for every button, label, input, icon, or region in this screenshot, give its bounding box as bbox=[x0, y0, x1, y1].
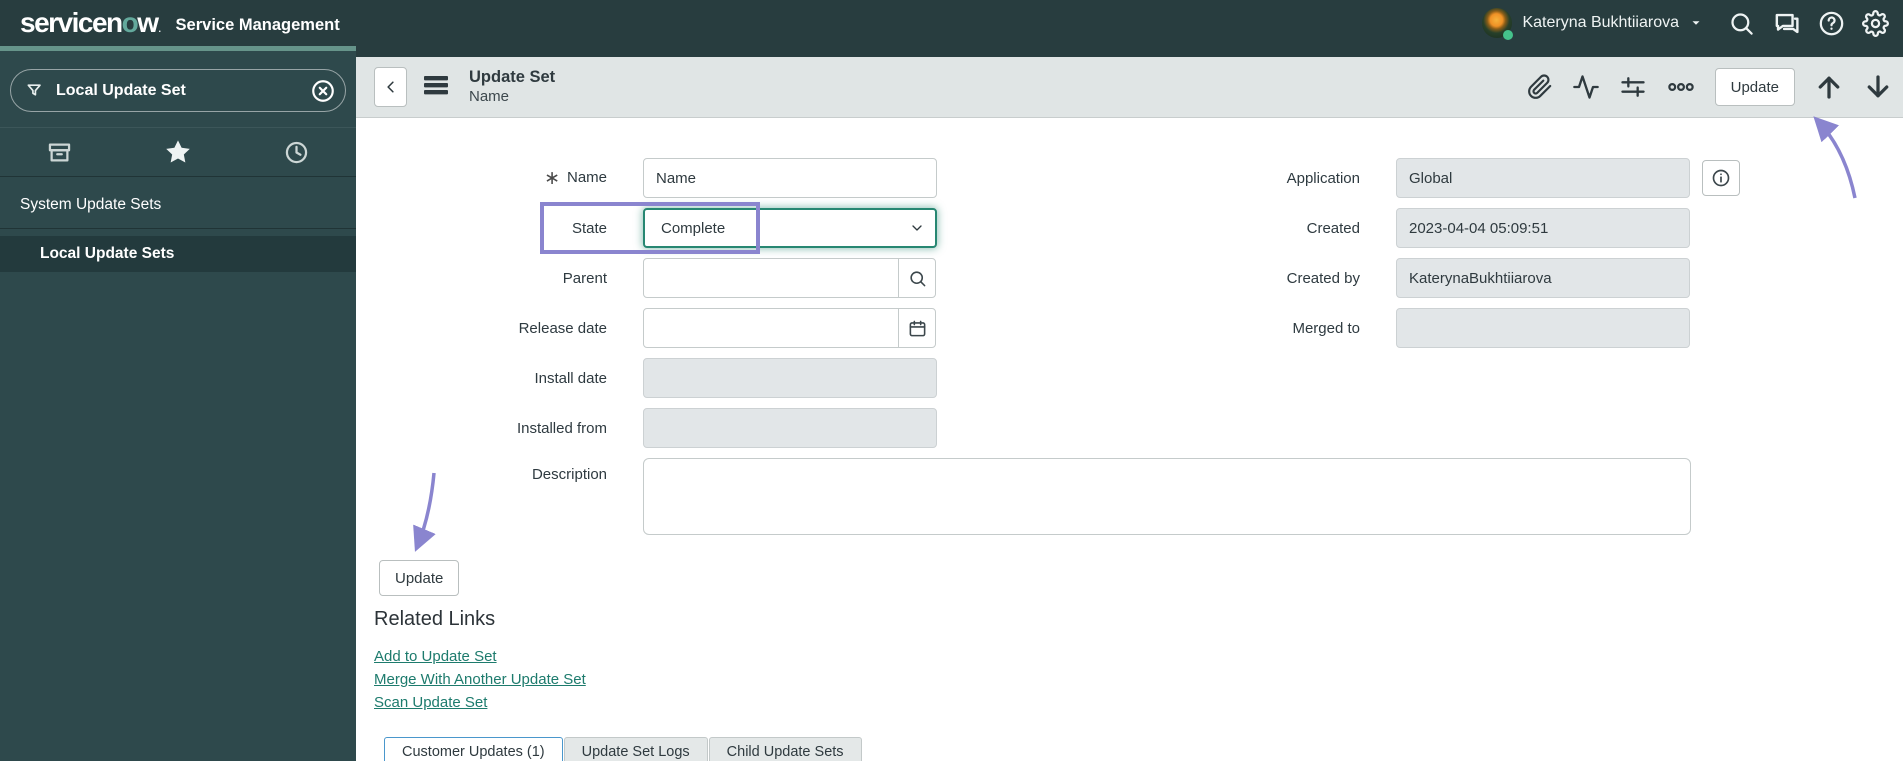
global-search-icon[interactable] bbox=[1728, 10, 1755, 37]
installed-from-field-label: Installed from bbox=[516, 419, 607, 437]
related-link-scan-update-set[interactable]: Scan Update Set bbox=[374, 694, 487, 711]
state-field-label: State bbox=[571, 219, 607, 237]
related-link-merge-with-another-update-set[interactable]: Merge With Another Update Set bbox=[374, 671, 586, 688]
selected-item-label: Local Update Sets bbox=[40, 245, 175, 262]
section-label: System Update Sets bbox=[20, 195, 162, 213]
search-icon bbox=[909, 270, 925, 286]
avatar bbox=[1482, 8, 1514, 40]
description-field-label: Description bbox=[531, 466, 607, 483]
caret-down-icon bbox=[1692, 21, 1700, 25]
user-name: Kateryna Bukhtiiarova bbox=[1522, 14, 1679, 31]
personalize-form-icon[interactable] bbox=[1619, 73, 1647, 101]
funnel-icon bbox=[27, 83, 41, 96]
description-textarea[interactable] bbox=[643, 458, 1691, 535]
info-icon bbox=[1712, 169, 1730, 187]
top-banner: servicen o w. Service Management Kateryna … bbox=[0, 0, 1903, 46]
parent-input[interactable] bbox=[643, 258, 899, 298]
tab-child-update-sets[interactable]: Child Update Sets bbox=[708, 737, 862, 761]
install-date-input-readonly bbox=[643, 358, 937, 398]
application-input-readonly bbox=[1396, 158, 1690, 198]
help-icon[interactable] bbox=[1818, 10, 1845, 37]
merged-to-input-readonly bbox=[1396, 308, 1690, 348]
related-lists-tabs: Customer Updates (1) Update Set Logs Chi… bbox=[384, 737, 862, 761]
form-record-name: Name bbox=[469, 87, 510, 105]
main-pane: Update Set Name Update ∗ Name Name State… bbox=[356, 46, 1903, 761]
application-field-label: Application bbox=[1286, 169, 1360, 187]
chevron-down-icon bbox=[912, 225, 922, 231]
connect-chat-icon[interactable] bbox=[1772, 9, 1801, 38]
gear-icon[interactable] bbox=[1862, 9, 1889, 37]
calendar-icon bbox=[909, 320, 925, 336]
merged-to-field-label: Merged to bbox=[1292, 319, 1360, 337]
clock-icon bbox=[285, 141, 308, 163]
star-icon bbox=[166, 140, 190, 163]
tab-history[interactable] bbox=[237, 128, 356, 176]
update-button-bottom[interactable]: Update bbox=[379, 560, 460, 596]
related-link-add-to-update-set[interactable]: Add to Update Set bbox=[374, 648, 497, 665]
application-info-button[interactable] bbox=[1702, 160, 1740, 196]
back-button[interactable] bbox=[374, 67, 407, 107]
release-date-calendar-button[interactable] bbox=[898, 308, 936, 348]
form-context-menu-icon[interactable] bbox=[422, 73, 452, 102]
chevron-left-icon bbox=[387, 81, 394, 93]
sidebar-section-system-update-sets[interactable]: System Update Sets bbox=[0, 181, 356, 229]
banner-shadow-strip bbox=[356, 46, 1903, 57]
tab-all-applications[interactable] bbox=[0, 128, 119, 176]
form-header: Update Set Name Update bbox=[356, 57, 1903, 118]
filter-text: Local Update Set bbox=[56, 81, 186, 99]
name-field-label: ∗ Name bbox=[544, 167, 607, 189]
form-body: ∗Name State Complete Parent bbox=[356, 118, 1903, 761]
more-options-icon[interactable] bbox=[1666, 72, 1696, 102]
release-date-input[interactable] bbox=[643, 308, 899, 348]
created-input-readonly bbox=[1396, 208, 1690, 248]
tab-customer-updates[interactable]: Customer Updates (1) bbox=[384, 737, 563, 761]
sidebar-item-local-update-sets[interactable]: Local Update Sets bbox=[0, 236, 356, 272]
tab-update-set-logs[interactable]: Update Set Logs bbox=[563, 737, 708, 761]
state-selected-value: Complete bbox=[661, 219, 726, 237]
install-date-field-label: Install date bbox=[534, 369, 607, 387]
form-title-block: Update Set Name bbox=[469, 68, 555, 106]
filter-navigator-input[interactable]: Local Update Set bbox=[10, 69, 346, 112]
created-field-label: Created bbox=[1306, 219, 1360, 237]
created-by-input-readonly bbox=[1396, 258, 1690, 298]
user-menu[interactable]: Kateryna Bukhtiiarova bbox=[1482, 8, 1703, 40]
navigator-tabs bbox=[0, 127, 356, 177]
name-input[interactable] bbox=[643, 158, 937, 198]
update-button-header[interactable]: Update bbox=[1714, 68, 1795, 106]
clear-filter-button[interactable] bbox=[310, 78, 336, 104]
online-status-dot bbox=[1503, 30, 1514, 40]
app-title: Service Management bbox=[175, 16, 340, 34]
required-marker: ∗ bbox=[544, 167, 560, 189]
next-record-icon[interactable] bbox=[1863, 72, 1893, 102]
created-by-field-label: Created by bbox=[1286, 269, 1360, 287]
related-links-heading: Related Links bbox=[374, 608, 496, 630]
parent-field-label: Parent bbox=[562, 269, 607, 287]
tab-favorites[interactable] bbox=[119, 128, 238, 176]
release-date-field-label: Release date bbox=[518, 319, 607, 337]
installed-from-input-readonly bbox=[643, 408, 937, 448]
servicenow-logo: servicen o w. bbox=[20, 7, 161, 38]
parent-lookup-button[interactable] bbox=[898, 258, 936, 298]
activity-stream-icon[interactable] bbox=[1572, 73, 1600, 101]
previous-record-icon[interactable] bbox=[1814, 72, 1844, 102]
form-title: Update Set bbox=[469, 68, 556, 87]
state-select[interactable]: Complete bbox=[643, 208, 937, 248]
archive-box-icon bbox=[48, 143, 71, 161]
application-navigator: Local Update Set System Update Sets Loca… bbox=[0, 46, 356, 761]
attachment-icon[interactable] bbox=[1527, 74, 1553, 100]
